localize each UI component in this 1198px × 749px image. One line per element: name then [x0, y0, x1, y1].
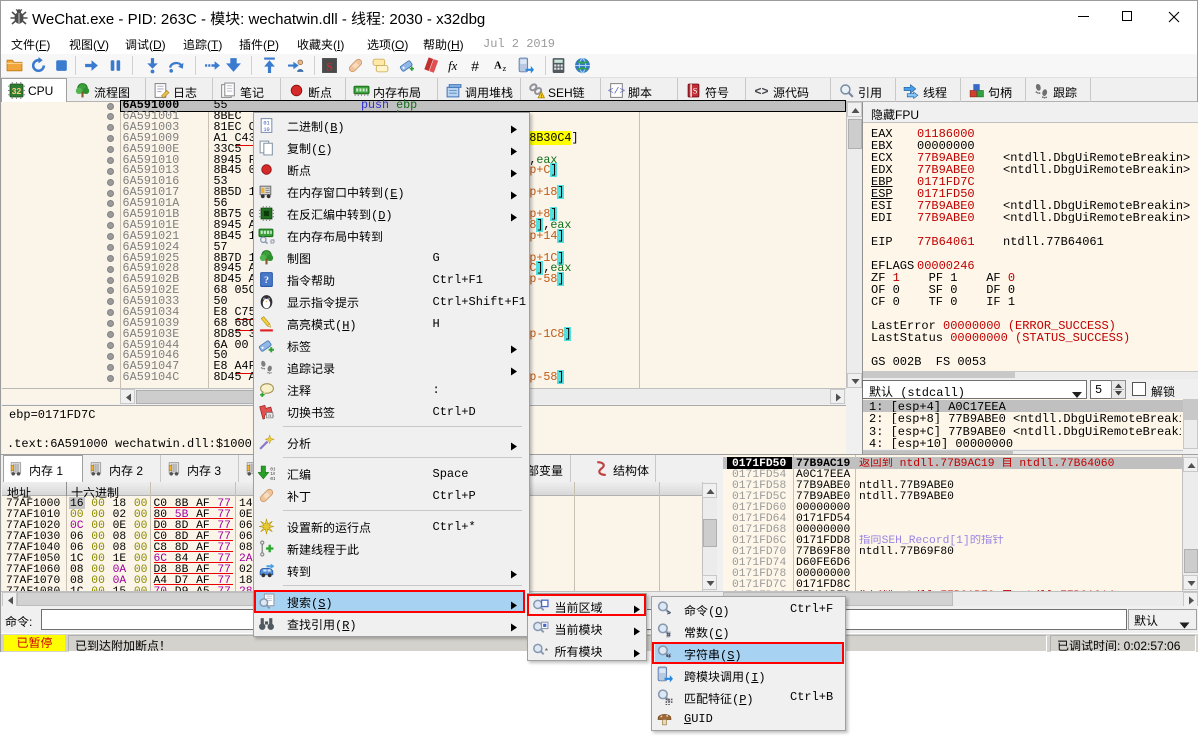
svg-text:z: z	[502, 63, 506, 73]
svg-text:fx: fx	[448, 59, 458, 73]
svg-text:#: #	[471, 58, 479, 74]
svg-text:32: 32	[12, 86, 22, 96]
svg-text:<>: <>	[754, 85, 768, 99]
svg-text:n: n	[268, 413, 271, 418]
svg-text:S: S	[693, 86, 698, 96]
svg-text:*: *	[544, 646, 548, 656]
svg-text:#: #	[666, 629, 671, 639]
svg-text:01: 01	[270, 475, 275, 481]
svg-text:01: 01	[263, 120, 269, 126]
svg-text:!: !	[541, 94, 542, 99]
svg-text:S: S	[326, 60, 333, 73]
svg-text:?: ?	[264, 275, 269, 286]
svg-text:@: @	[269, 238, 274, 243]
svg-text:10: 10	[263, 126, 269, 132]
svg-text:>: >	[667, 610, 672, 617]
svg-text:A: A	[494, 61, 502, 72]
svg-text:</>: </>	[608, 86, 625, 97]
